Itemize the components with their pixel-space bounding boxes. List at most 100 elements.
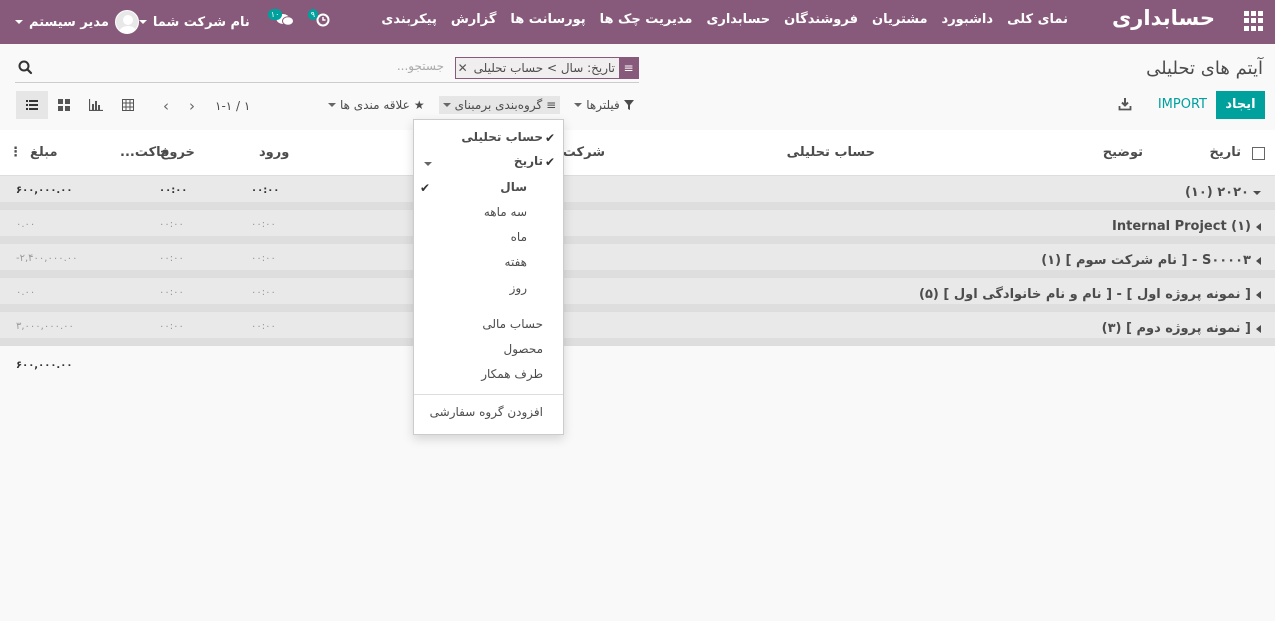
group-row[interactable]: [ نمونه پروژه اول ] - [ نام و نام خانواد… xyxy=(0,278,1275,312)
group-credit: ۰۰:۰۰ xyxy=(159,253,184,264)
caret-left-icon xyxy=(1256,290,1261,299)
menu-item-cheques[interactable]: مدیریت چک ها xyxy=(593,12,700,27)
group-credit: ۰۰:۰۰ xyxy=(159,219,184,230)
chevron-down-icon xyxy=(442,103,451,107)
check-icon: ✔ xyxy=(544,155,555,169)
caret-left-icon xyxy=(1256,256,1261,265)
menu-item-commissions[interactable]: پورسانت ها xyxy=(503,12,592,27)
favorites-label: علاقه مندی ها xyxy=(340,98,410,112)
view-switcher xyxy=(16,91,144,119)
groupby-option-partner[interactable]: طرف همکار xyxy=(481,367,543,381)
filters-label: فیلترها xyxy=(586,98,620,112)
groupby-toggle[interactable]: ≡ گروه‌بندی برمبنای xyxy=(438,96,561,114)
user-menu[interactable]: مدیر سیستم xyxy=(15,10,139,34)
group-debit: ۰۰:۰۰ xyxy=(251,219,276,230)
column-header-company[interactable]: شرکت xyxy=(563,145,605,160)
activity-menu[interactable]: ۹ xyxy=(307,9,330,31)
menu-item-configuration[interactable]: پیکربندی xyxy=(374,12,443,27)
group-amount: ۳,۰۰۰,۰۰۰.۰۰ xyxy=(16,321,74,332)
groupby-option-year[interactable]: سال xyxy=(500,180,527,194)
chevron-down-icon xyxy=(15,20,23,24)
group-row[interactable]: ۲۰۲۰ (۱۰) ۰۰:۰۰ ۰۰:۰۰ ۶۰۰,۰۰۰.۰۰ xyxy=(0,176,1275,210)
groupby-option-quarter[interactable]: سه ماهه xyxy=(484,205,527,219)
group-amount: ۰.۰۰ xyxy=(16,287,36,298)
bar-chart-icon xyxy=(89,99,103,111)
column-header-analytic-account[interactable]: حساب تحلیلی xyxy=(787,145,875,160)
create-button[interactable]: ایجاد xyxy=(1216,91,1265,119)
systray: مدیر سیستم نام شرکت شما ۱۰ ۹ xyxy=(15,8,352,36)
groupby-option-week[interactable]: هفته xyxy=(505,255,527,269)
group-label: [ نمونه پروژه اول ] - [ نام و نام خانواد… xyxy=(919,287,1261,302)
group-row[interactable]: [ نمونه پروژه دوم ] (۳) ۰۰:۰۰ ۰۰:۰۰ ۳,۰۰… xyxy=(0,312,1275,346)
group-amount: ۶۰۰,۰۰۰.۰۰ xyxy=(16,185,73,196)
column-header-debit[interactable]: ورود xyxy=(259,145,289,160)
group-credit: ۰۰:۰۰ xyxy=(159,185,188,196)
column-header-amount[interactable]: مبلغ xyxy=(30,145,58,160)
search-input[interactable] xyxy=(214,59,444,73)
caret-down-icon xyxy=(1253,190,1261,195)
group-row[interactable]: Internal Project (۱) ۰۰:۰۰ ۰۰:۰۰ ۰.۰۰ xyxy=(0,210,1275,244)
groupby-option-analytic-account[interactable]: حساب تحلیلی xyxy=(461,130,543,144)
app-brand[interactable]: حسابداری xyxy=(1112,6,1215,30)
close-icon[interactable]: ✕ xyxy=(455,58,470,78)
list-view-button[interactable] xyxy=(16,91,48,119)
download-icon[interactable] xyxy=(1118,97,1132,111)
menu-item-vendors[interactable]: فروشندگان xyxy=(777,12,865,27)
table-header: تاریخ توضیح حساب تحلیلی شرکت ورود خروج ف… xyxy=(0,130,1275,176)
groupby-dropdown: ✔ حساب تحلیلی ✔ تاریخ ✔ سال سه ماهه ماه … xyxy=(413,119,564,435)
groupby-option-month[interactable]: ماه xyxy=(511,230,527,244)
chevron-down-icon xyxy=(328,103,336,107)
group-debit: ۰۰:۰۰ xyxy=(251,253,276,264)
graph-view-button[interactable] xyxy=(80,91,112,119)
search-options: ★ علاقه مندی ها ≡ گروه‌بندی برمبنای فیلت… xyxy=(328,96,640,114)
table-footer-total: ۶۰۰,۰۰۰.۰۰ xyxy=(16,360,73,371)
groupby-option-financial-account[interactable]: حساب مالی xyxy=(482,317,543,331)
menu-item-accounting[interactable]: حسابداری xyxy=(699,12,777,27)
kanban-view-button[interactable] xyxy=(48,91,80,119)
search-icon[interactable] xyxy=(17,59,33,75)
search-facet: ≡ تاریخ: سال > حساب تحلیلی ✕ xyxy=(454,57,639,79)
filters-toggle[interactable]: فیلترها xyxy=(574,98,634,112)
group-label: [ نمونه پروژه دوم ] (۳) xyxy=(1102,321,1261,336)
favorites-toggle[interactable]: ★ علاقه مندی ها xyxy=(328,98,425,112)
chat-count-badge: ۱۰ xyxy=(267,9,283,20)
messaging-menu[interactable]: ۱۰ xyxy=(267,9,294,31)
add-custom-group-button[interactable]: افزودن گروه سفارشی xyxy=(430,405,543,419)
menu-item-customers[interactable]: مشتریان xyxy=(865,12,935,27)
groupby-option-date[interactable]: تاریخ xyxy=(514,154,543,168)
group-row[interactable]: S۰۰۰۰۳ - [ نام شرکت سوم ] (۱) ۰۰:۰۰ ۰۰:۰… xyxy=(0,244,1275,278)
user-name: مدیر سیستم xyxy=(29,14,109,30)
menu-item-overview[interactable]: نمای کلی xyxy=(1000,12,1075,27)
page-title: آیتم های تحلیلی xyxy=(1146,58,1263,79)
optional-columns-toggle[interactable]: ⋮ xyxy=(9,145,22,160)
main-menu: نمای کلی داشبورد مشتریان فروشندگان حسابد… xyxy=(374,12,1075,27)
apps-menu-icon[interactable] xyxy=(1243,11,1263,31)
table-icon xyxy=(122,99,134,111)
select-all-checkbox[interactable] xyxy=(1252,147,1265,160)
chevron-down-icon[interactable] xyxy=(424,162,432,166)
column-header-description[interactable]: توضیح xyxy=(1103,145,1143,160)
menu-item-reporting[interactable]: گزارش xyxy=(444,12,504,27)
group-label: S۰۰۰۰۳ - [ نام شرکت سوم ] (۱) xyxy=(1041,253,1261,268)
top-navbar: حسابداری نمای کلی داشبورد مشتریان فروشند… xyxy=(0,0,1275,44)
group-amount: ۲,۴۰۰,۰۰۰.۰۰- xyxy=(16,253,78,264)
avatar xyxy=(114,10,139,34)
chevron-left-icon[interactable]: ‹ xyxy=(163,97,169,115)
pager-value[interactable]: ۱-۱ / ۱ xyxy=(215,99,250,113)
chevron-right-icon[interactable]: › xyxy=(189,97,195,115)
dropdown-divider xyxy=(414,394,563,395)
pivot-view-button[interactable] xyxy=(112,91,144,119)
company-name: نام شرکت شما xyxy=(152,14,250,30)
groupby-option-product[interactable]: محصول xyxy=(504,342,544,356)
kanban-icon xyxy=(58,99,70,111)
groupby-option-day[interactable]: روز xyxy=(510,281,527,295)
column-header-date[interactable]: تاریخ xyxy=(1210,145,1242,160)
company-switcher[interactable]: نام شرکت شما xyxy=(138,14,250,30)
menu-item-dashboard[interactable]: داشبورد xyxy=(935,12,1001,27)
group-debit: ۰۰:۰۰ xyxy=(251,321,276,332)
group-label: Internal Project (۱) xyxy=(1112,219,1261,234)
column-header-invoice[interactable]: فاکت... xyxy=(120,145,170,160)
caret-left-icon xyxy=(1256,222,1261,231)
import-button[interactable]: IMPORT xyxy=(1158,97,1207,112)
group-by-facet-icon: ≡ xyxy=(619,58,638,78)
